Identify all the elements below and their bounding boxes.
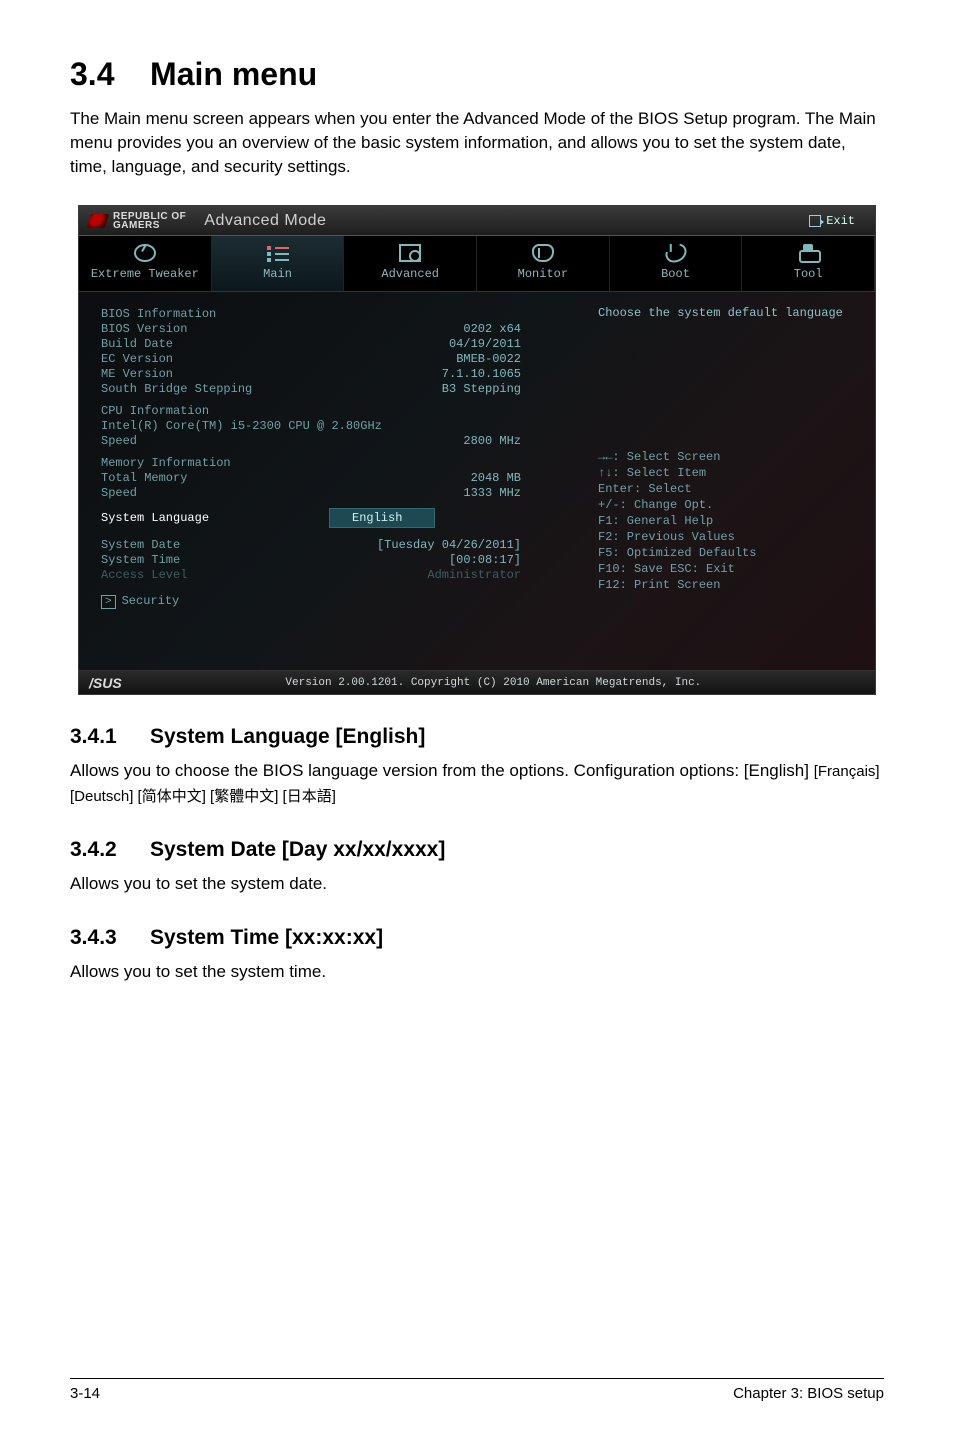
section-title-text: Main menu xyxy=(150,56,317,92)
hint-enter: Enter: Select xyxy=(598,482,861,496)
hint-f5: F5: Optimized Defaults xyxy=(598,546,861,560)
sub-num: 3.4.2 xyxy=(70,838,150,862)
sub1-body-a: Allows you to choose the BIOS language v… xyxy=(70,761,814,780)
asus-logo: /SUS xyxy=(89,675,122,691)
sub3-body: Allows you to set the system time. xyxy=(70,960,884,984)
display-gear-icon xyxy=(399,244,421,262)
sub2-body: Allows you to set the system date. xyxy=(70,872,884,896)
exit-icon xyxy=(809,215,821,227)
system-date-label: System Date xyxy=(101,538,180,552)
hint-f12: F12: Print Screen xyxy=(598,578,861,592)
tab-label: Advanced xyxy=(381,267,439,281)
help-text: Choose the system default language xyxy=(598,306,861,320)
chapter-label: Chapter 3: BIOS setup xyxy=(733,1385,884,1402)
tab-label: Monitor xyxy=(518,267,568,281)
tab-extreme-tweaker[interactable]: Extreme Tweaker xyxy=(79,236,212,291)
security-submenu[interactable]: > Security xyxy=(101,594,566,609)
security-label: Security xyxy=(122,594,180,608)
bios-version-string: Version 2.00.1201. Copyright (C) 2010 Am… xyxy=(285,677,701,689)
sb-stepping-label: South Bridge Stepping xyxy=(101,382,252,396)
system-language-label: System Language xyxy=(101,511,309,525)
cpu-speed-label: Speed xyxy=(101,434,137,448)
section-heading: 3.4 Main menu xyxy=(70,56,884,93)
submenu-arrow-icon: > xyxy=(101,595,116,609)
intro-paragraph: The Main menu screen appears when you en… xyxy=(70,107,884,179)
exit-button[interactable]: Exit xyxy=(799,211,865,231)
tab-advanced[interactable]: Advanced xyxy=(344,236,477,291)
section-number: 3.4 xyxy=(70,56,114,92)
tab-label: Main xyxy=(263,267,292,281)
power-icon xyxy=(661,240,689,267)
hint-select-item: ↑↓: Select Item xyxy=(598,466,861,480)
tab-label: Tool xyxy=(794,267,823,281)
build-date-value: 04/19/2011 xyxy=(449,337,521,351)
thermometer-icon xyxy=(532,244,554,262)
ec-version-value: BMEB-0022 xyxy=(456,352,521,366)
sub1-body: Allows you to choose the BIOS language v… xyxy=(70,759,884,807)
subsection-heading-342: 3.4.2System Date [Day xx/xx/xxxx] xyxy=(70,838,884,862)
cpu-speed-value: 2800 MHz xyxy=(463,434,521,448)
mem-speed-label: Speed xyxy=(101,486,137,500)
bios-screenshot: REPUBLIC OF GAMERS Advanced Mode Exit Ex… xyxy=(78,205,876,695)
sb-stepping-value: B3 Stepping xyxy=(442,382,521,396)
speedometer-icon xyxy=(134,244,156,262)
ec-version-label: EC Version xyxy=(101,352,173,366)
bios-right-pane: Choose the system default language →←: S… xyxy=(584,292,875,670)
me-version-label: ME Version xyxy=(101,367,173,381)
tab-label: Extreme Tweaker xyxy=(91,267,199,281)
page-footer: 3-14 Chapter 3: BIOS setup xyxy=(70,1378,884,1402)
hint-f2: F2: Previous Values xyxy=(598,530,861,544)
tab-tool[interactable]: Tool xyxy=(742,236,875,291)
brand-line2: GAMERS xyxy=(113,221,186,230)
rog-eye-icon xyxy=(87,214,110,228)
tab-monitor[interactable]: Monitor xyxy=(477,236,610,291)
bios-body: BIOS Information BIOS Version 0202 x64 Bu… xyxy=(79,292,875,670)
system-language-value[interactable]: English xyxy=(329,508,435,528)
rog-brand-text: REPUBLIC OF GAMERS xyxy=(113,212,186,230)
page-number: 3-14 xyxy=(70,1385,100,1402)
mode-label: Advanced Mode xyxy=(204,212,326,230)
toolbox-icon xyxy=(797,244,819,262)
tab-main[interactable]: Main xyxy=(212,236,345,291)
mem-speed-value: 1333 MHz xyxy=(463,486,521,500)
key-hints: →←: Select Screen ↑↓: Select Item Enter:… xyxy=(598,450,861,592)
sub-title: System Date [Day xx/xx/xxxx] xyxy=(150,838,445,861)
rog-logo: REPUBLIC OF GAMERS xyxy=(89,212,186,230)
bios-version-label: BIOS Version xyxy=(101,322,187,336)
cpu-name: Intel(R) Core(TM) i5-2300 CPU @ 2.80GHz xyxy=(101,419,382,433)
total-mem-label: Total Memory xyxy=(101,471,187,485)
list-icon xyxy=(267,244,289,262)
mem-info-header: Memory Information xyxy=(101,456,231,470)
build-date-label: Build Date xyxy=(101,337,173,351)
hint-f1: F1: General Help xyxy=(598,514,861,528)
sub-num: 3.4.1 xyxy=(70,725,150,749)
tab-boot[interactable]: Boot xyxy=(610,236,743,291)
me-version-value: 7.1.10.1065 xyxy=(442,367,521,381)
system-time-label: System Time xyxy=(101,553,180,567)
bios-titlebar: REPUBLIC OF GAMERS Advanced Mode Exit xyxy=(79,206,875,236)
bios-version-value: 0202 x64 xyxy=(463,322,521,336)
access-level-value: Administrator xyxy=(427,568,521,582)
subsection-heading-341: 3.4.1System Language [English] xyxy=(70,725,884,749)
cpu-info-header: CPU Information xyxy=(101,404,209,418)
system-date-value[interactable]: [Tuesday 04/26/2011] xyxy=(377,538,521,552)
bios-left-pane: BIOS Information BIOS Version 0202 x64 Bu… xyxy=(79,292,584,670)
bios-tabs: Extreme Tweaker Main Advanced Monitor Bo… xyxy=(79,236,875,292)
system-time-value[interactable]: [00:08:17] xyxy=(449,553,521,567)
hint-change-opt: +/-: Change Opt. xyxy=(598,498,861,512)
hint-f10: F10: Save ESC: Exit xyxy=(598,562,861,576)
subsection-heading-343: 3.4.3System Time [xx:xx:xx] xyxy=(70,926,884,950)
bios-footer: /SUS Version 2.00.1201. Copyright (C) 20… xyxy=(79,670,875,694)
tab-label: Boot xyxy=(661,267,690,281)
total-mem-value: 2048 MB xyxy=(471,471,521,485)
exit-label: Exit xyxy=(826,214,855,228)
sub-title: System Time [xx:xx:xx] xyxy=(150,926,383,949)
sub-num: 3.4.3 xyxy=(70,926,150,950)
system-language-row[interactable]: System Language English xyxy=(101,508,566,528)
hint-select-screen: →←: Select Screen xyxy=(598,450,861,464)
sub-title: System Language [English] xyxy=(150,725,425,748)
access-level-label: Access Level xyxy=(101,568,187,582)
bios-info-header: BIOS Information xyxy=(101,307,216,321)
